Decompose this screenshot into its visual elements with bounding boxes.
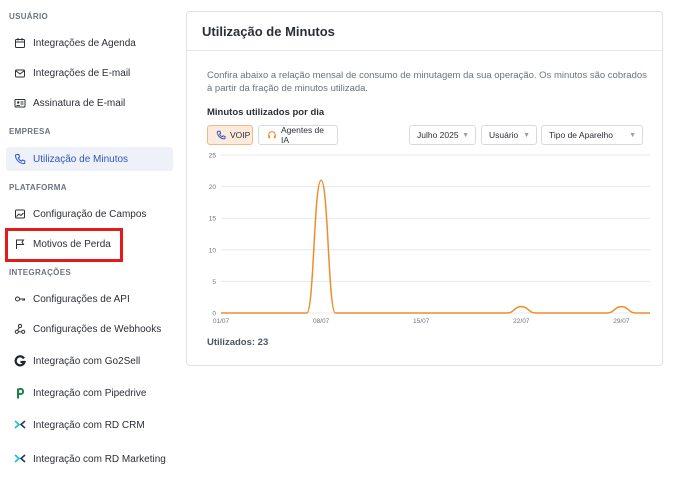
chevron-down-icon: ▼: [462, 131, 469, 139]
image-frame-icon: [14, 208, 26, 220]
section-title-integracoes: INTEGRAÇÕES: [9, 268, 71, 277]
highlight-box: [5, 228, 123, 262]
x-tick-label: 29/07: [613, 318, 630, 325]
user-select[interactable]: Usuário ▼: [481, 125, 537, 145]
voip-label: VOIP: [230, 130, 251, 140]
rd-logo-icon: [14, 453, 26, 465]
device-select-value: Tipo de Aparelho: [549, 130, 613, 140]
chart-subtitle: Minutos utilizados por dia: [207, 107, 325, 118]
section-title-empresa: EMPRESA: [9, 127, 51, 136]
sidebar-item-api[interactable]: Configurações de API: [6, 287, 173, 311]
sidebar-item-assinatura[interactable]: Assinatura de E-mail: [6, 91, 173, 115]
sidebar-item-rd-marketing[interactable]: Integração com RD Marketing: [6, 447, 173, 471]
chevron-down-icon: ▼: [629, 131, 636, 139]
headset-icon: [267, 130, 277, 140]
sidebar-item-go2sell[interactable]: Integração com Go2Sell: [6, 349, 173, 373]
sidebar-item-label: Configuração de Campos: [33, 208, 147, 220]
page-title: Utilização de Minutos: [202, 24, 335, 39]
webhook-icon: [14, 323, 26, 335]
minutes-usage-card: Utilização de Minutos Confira abaixo a r…: [186, 11, 663, 366]
sidebar-item-email[interactable]: Integrações de E-mail: [6, 61, 173, 85]
ai-agents-filter-button[interactable]: Agentes de IA: [258, 125, 338, 145]
phone-icon: [14, 153, 26, 165]
mail-icon: [14, 67, 26, 79]
section-title-usuario: USUÁRIO: [9, 12, 48, 21]
description-text: Confira abaixo a relação mensal de consu…: [207, 70, 647, 94]
calendar-icon: [14, 37, 26, 49]
rd-logo-icon: [14, 419, 26, 431]
y-tick-label: 10: [209, 247, 217, 254]
y-tick-label: 20: [209, 184, 217, 191]
sidebar-item-pipedrive[interactable]: Integração com Pipedrive: [6, 381, 173, 405]
used-minutes-total: Utilizados: 23: [207, 337, 269, 348]
sidebar-item-label: Configurações de Webhooks: [33, 323, 162, 335]
sidebar-item-webhooks[interactable]: Configurações de Webhooks: [6, 317, 173, 341]
x-tick-label: 01/07: [213, 318, 230, 325]
voip-filter-button[interactable]: VOIP: [207, 125, 253, 145]
y-tick-label: 25: [209, 153, 217, 160]
x-tick-label: 15/07: [413, 318, 430, 325]
y-tick-label: 15: [209, 216, 217, 223]
device-type-select[interactable]: Tipo de Aparelho ▼: [541, 125, 643, 145]
sidebar-item-label: Integrações de E-mail: [33, 67, 131, 79]
sidebar-item-label: Integração com RD CRM: [33, 419, 145, 431]
sidebar-item-label: Integrações de Agenda: [33, 37, 136, 49]
sidebar-item-utilizacao-minutos[interactable]: Utilização de Minutos: [6, 147, 173, 171]
sidebar-item-label: Configurações de API: [33, 293, 130, 305]
sidebar-item-label: Assinatura de E-mail: [33, 97, 126, 109]
x-tick-label: 08/07: [313, 318, 330, 325]
sidebar-item-agenda[interactable]: Integrações de Agenda: [6, 31, 173, 55]
month-select-value: Julho 2025: [417, 130, 459, 140]
phone-icon: [216, 130, 226, 140]
y-tick-label: 5: [212, 279, 216, 286]
sidebar-item-label: Integração com RD Marketing: [33, 453, 166, 465]
x-tick-label: 22/07: [513, 318, 530, 325]
sidebar-item-label: Integração com Go2Sell: [33, 355, 141, 367]
sidebar-item-configuracao-campos[interactable]: Configuração de Campos: [6, 202, 173, 226]
section-title-plataforma: PLATAFORMA: [9, 183, 67, 192]
minutes-line-chart: 0 5 10 15 20 25 01/07 08/07 15/07 22/07 29/07: [209, 153, 650, 325]
id-card-icon: [14, 97, 26, 109]
pipedrive-logo-icon: [14, 387, 26, 399]
month-select[interactable]: Julho 2025 ▼: [409, 125, 476, 145]
sidebar: USUÁRIO Integrações de Agenda Integraçõe…: [0, 0, 180, 484]
user-select-value: Usuário: [489, 130, 519, 140]
sidebar-item-label: Integração com Pipedrive: [33, 387, 147, 399]
go2sell-logo-icon: [14, 355, 26, 367]
chevron-down-icon: ▼: [523, 131, 530, 139]
series-line: [221, 179, 650, 314]
ai-agents-label: Agentes de IA: [281, 125, 325, 145]
y-tick-label: 0: [212, 311, 216, 318]
card-header: Utilização de Minutos: [187, 12, 662, 51]
key-icon: [14, 293, 26, 305]
sidebar-item-label: Utilização de Minutos: [33, 153, 129, 165]
sidebar-item-rd-crm[interactable]: Integração com RD CRM: [6, 413, 173, 437]
